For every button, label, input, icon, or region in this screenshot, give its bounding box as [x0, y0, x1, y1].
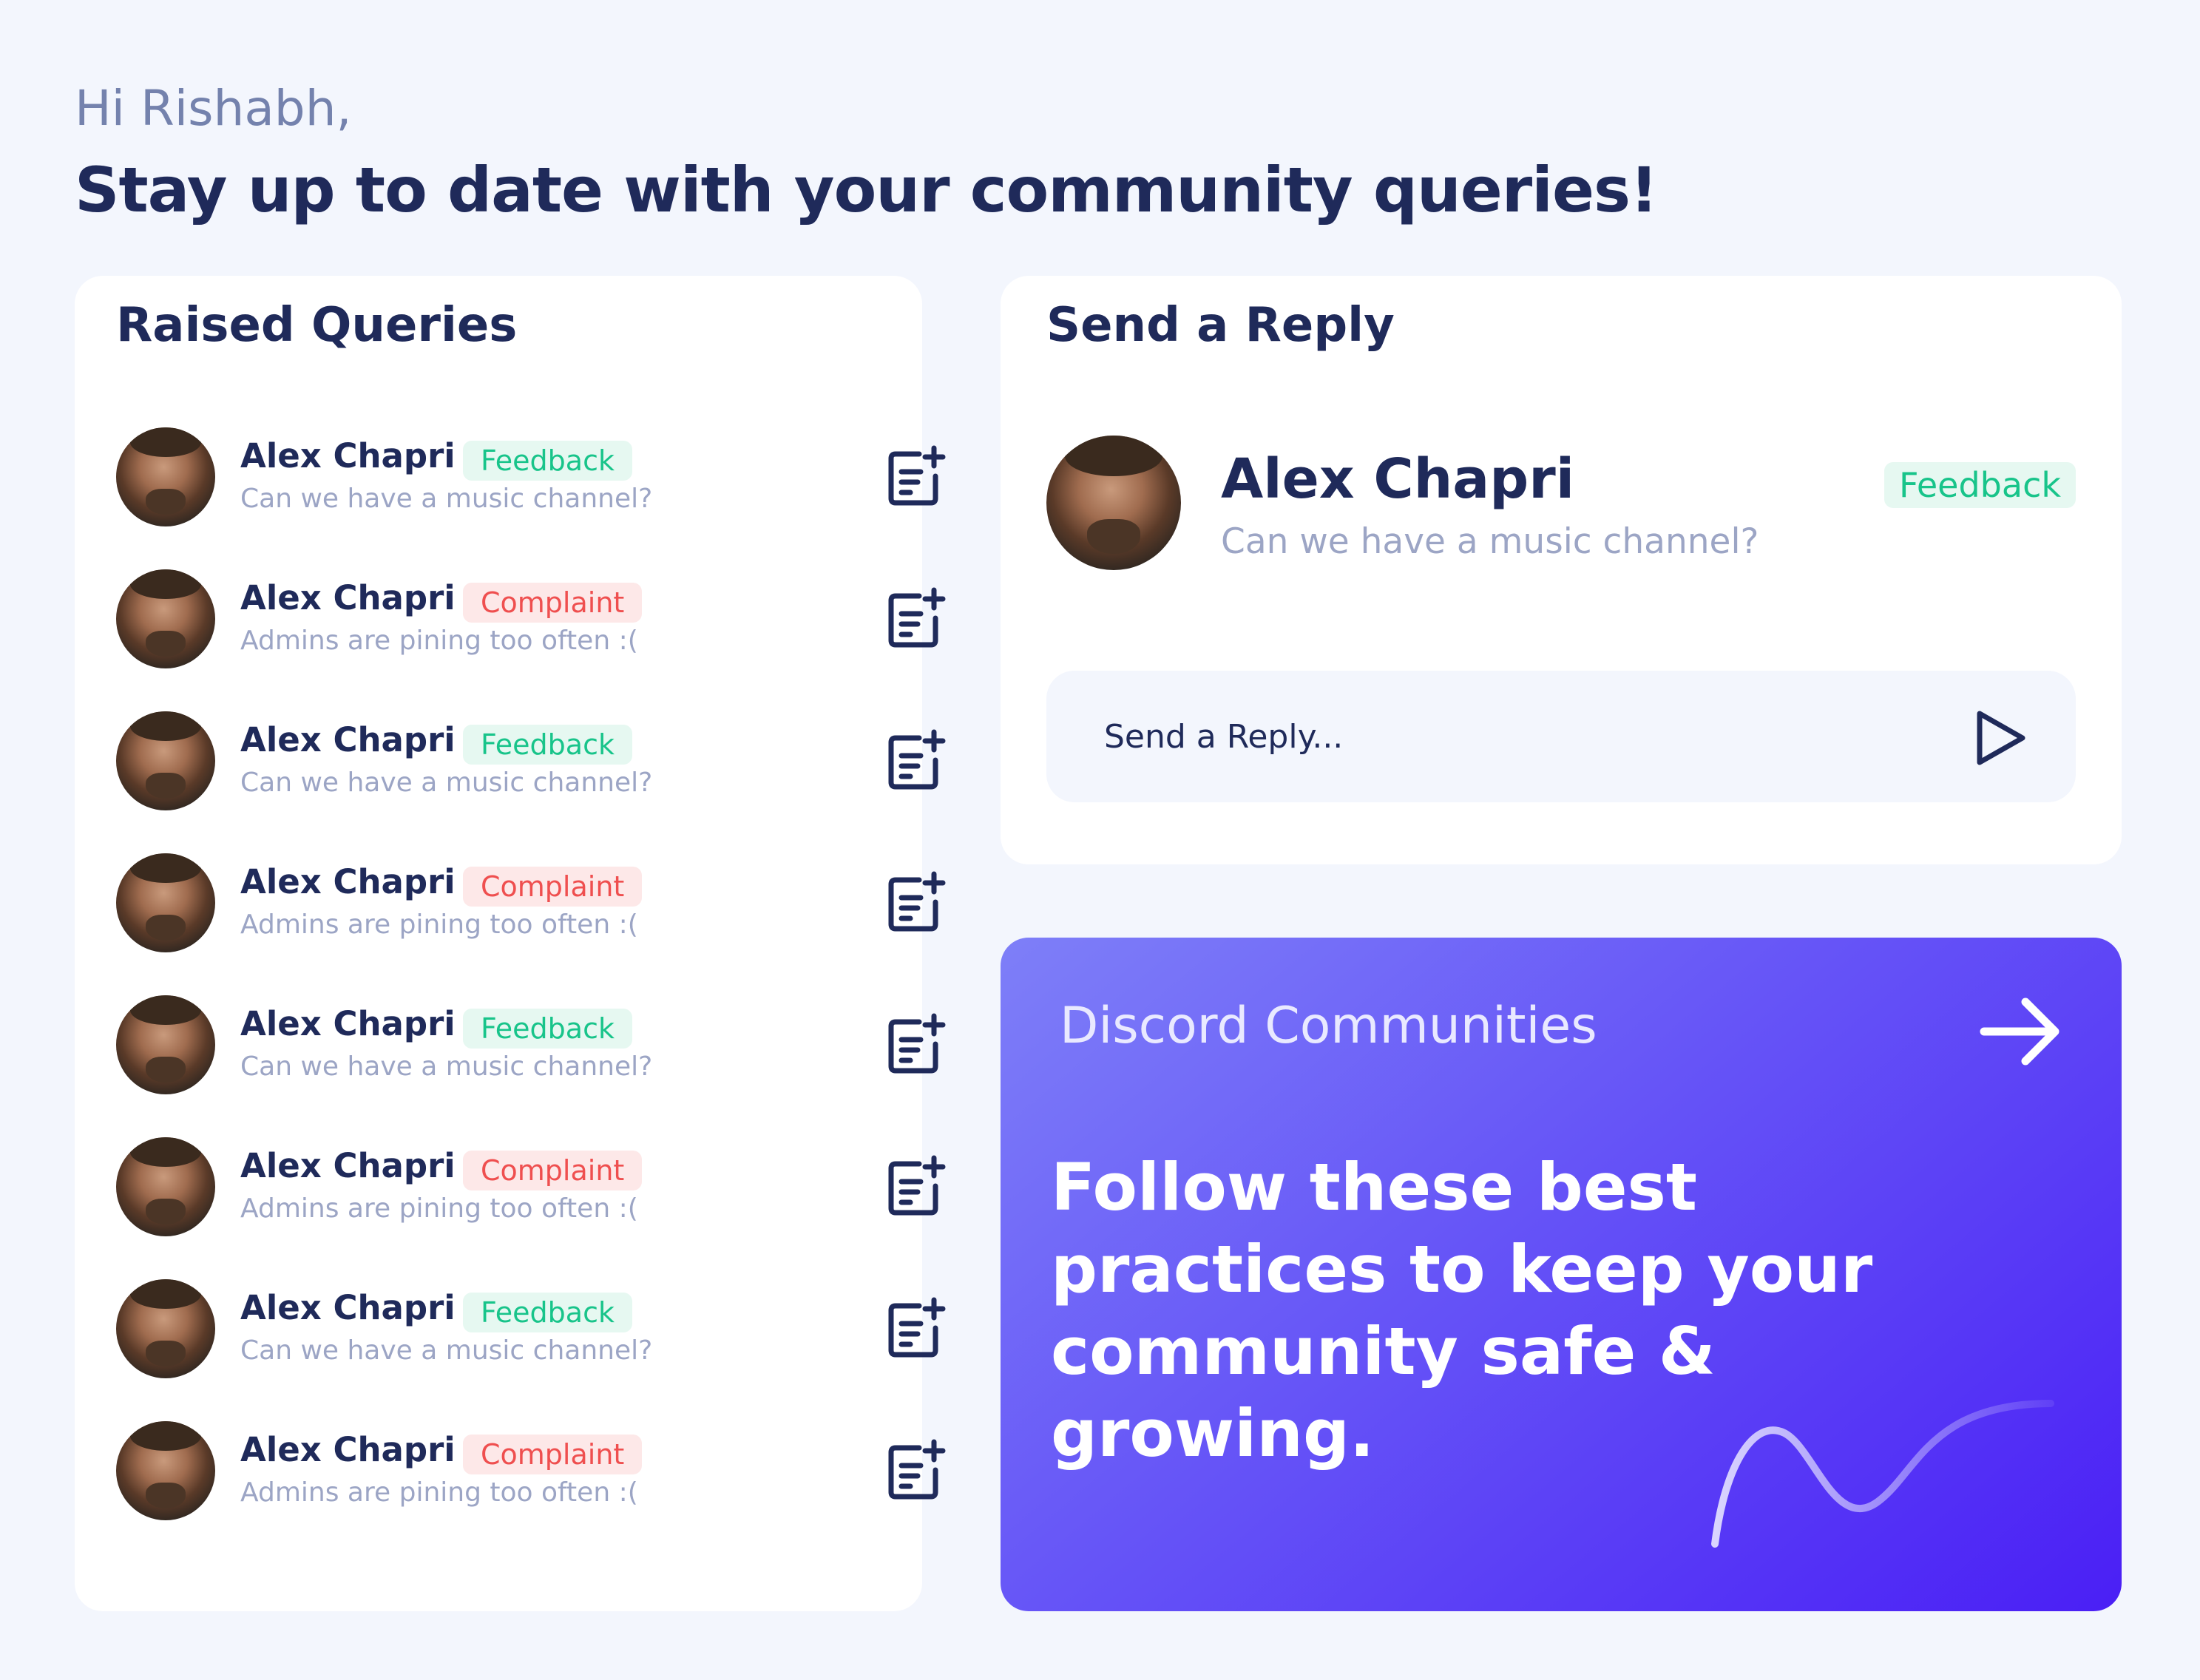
query-message: Admins are pining too often :(: [240, 910, 638, 940]
query-message: Admins are pining too often :(: [240, 626, 638, 656]
query-message: Can we have a music channel?: [240, 1335, 653, 1366]
send-reply-title: Send a Reply: [1046, 298, 1395, 353]
query-user-name: Alex Chapri: [240, 578, 456, 617]
query-message: Can we have a music channel?: [240, 484, 653, 514]
reply-user-name: Alex Chapri: [1221, 447, 1575, 511]
avatar: [116, 711, 215, 810]
page: Hi Rishabh, Stay up to date with your co…: [0, 0, 2200, 1680]
page-title: Stay up to date with your community quer…: [75, 154, 1658, 226]
list-item[interactable]: Alex Chapri Feedback Can we have a music c…: [116, 995, 946, 1099]
feedback-badge: Feedback: [463, 725, 632, 765]
list-item[interactable]: Alex Chapri Complaint Admins are pining to…: [116, 569, 946, 673]
arrow-right-icon[interactable]: [1977, 991, 2065, 1072]
note-add-icon[interactable]: [885, 728, 949, 791]
discord-communities-card[interactable]: Discord Communities Follow these best pr…: [1001, 938, 2122, 1611]
list-item[interactable]: Alex Chapri Complaint Admins are pining to…: [116, 853, 946, 957]
note-add-icon[interactable]: [885, 586, 949, 649]
note-add-icon[interactable]: [885, 870, 949, 933]
reply-input[interactable]: [1046, 671, 2076, 802]
greeting: Hi Rishabh,: [75, 80, 352, 137]
note-add-icon[interactable]: [885, 1012, 949, 1075]
raised-queries-title: Raised Queries: [116, 298, 518, 353]
query-message: Admins are pining too often :(: [240, 1477, 638, 1508]
avatar: [116, 569, 215, 668]
complaint-badge: Complaint: [463, 583, 643, 623]
avatar: [1046, 436, 1181, 570]
avatar: [116, 1137, 215, 1236]
send-icon: [1977, 711, 2025, 765]
list-item[interactable]: Alex Chapri Feedback Can we have a music c…: [116, 711, 946, 815]
query-message: Can we have a music channel?: [240, 768, 653, 798]
discord-communities-title: Discord Communities: [1060, 997, 1597, 1055]
query-user-name: Alex Chapri: [240, 436, 456, 475]
feedback-badge: Feedback: [463, 441, 632, 481]
feedback-badge: Feedback: [463, 1009, 632, 1049]
query-user-name: Alex Chapri: [240, 1004, 456, 1043]
avatar: [116, 995, 215, 1094]
avatar: [116, 1421, 215, 1520]
avatar: [116, 1279, 215, 1378]
complaint-badge: Complaint: [463, 1435, 643, 1474]
query-user-name: Alex Chapri: [240, 720, 456, 759]
send-button[interactable]: [1959, 697, 2040, 779]
avatar: [116, 427, 215, 526]
list-item[interactable]: Alex Chapri Complaint Admins are pining to…: [116, 1421, 946, 1525]
list-item[interactable]: Alex Chapri Feedback Can we have a music c…: [116, 427, 946, 531]
send-reply-card: Send a Reply Alex Chapri Can we have a m…: [1001, 276, 2122, 864]
avatar: [116, 853, 215, 952]
list-item[interactable]: Alex Chapri Complaint Admins are pining to…: [116, 1137, 946, 1241]
query-user-name: Alex Chapri: [240, 1146, 456, 1185]
note-add-icon[interactable]: [885, 1437, 949, 1501]
query-user-name: Alex Chapri: [240, 1288, 456, 1327]
raised-queries-card: Raised Queries Alex Chapri Feedback Can we…: [75, 276, 946, 1611]
query-message: Can we have a music channel?: [240, 1051, 653, 1082]
note-add-icon[interactable]: [885, 1154, 949, 1217]
query-user-name: Alex Chapri: [240, 1430, 456, 1469]
complaint-badge: Complaint: [463, 867, 643, 907]
note-add-icon[interactable]: [885, 444, 949, 507]
list-item[interactable]: Alex Chapri Feedback Can we have a music c…: [116, 1279, 946, 1383]
feedback-badge: Feedback: [1883, 462, 2076, 508]
query-user-name: Alex Chapri: [240, 862, 456, 901]
reply-user-message: Can we have a music channel?: [1221, 521, 1759, 562]
feedback-badge: Feedback: [463, 1293, 632, 1332]
query-message: Admins are pining too often :(: [240, 1193, 638, 1224]
note-add-icon[interactable]: [885, 1295, 949, 1359]
complaint-badge: Complaint: [463, 1151, 643, 1190]
decorative-squiggle: [1711, 1400, 2054, 1548]
